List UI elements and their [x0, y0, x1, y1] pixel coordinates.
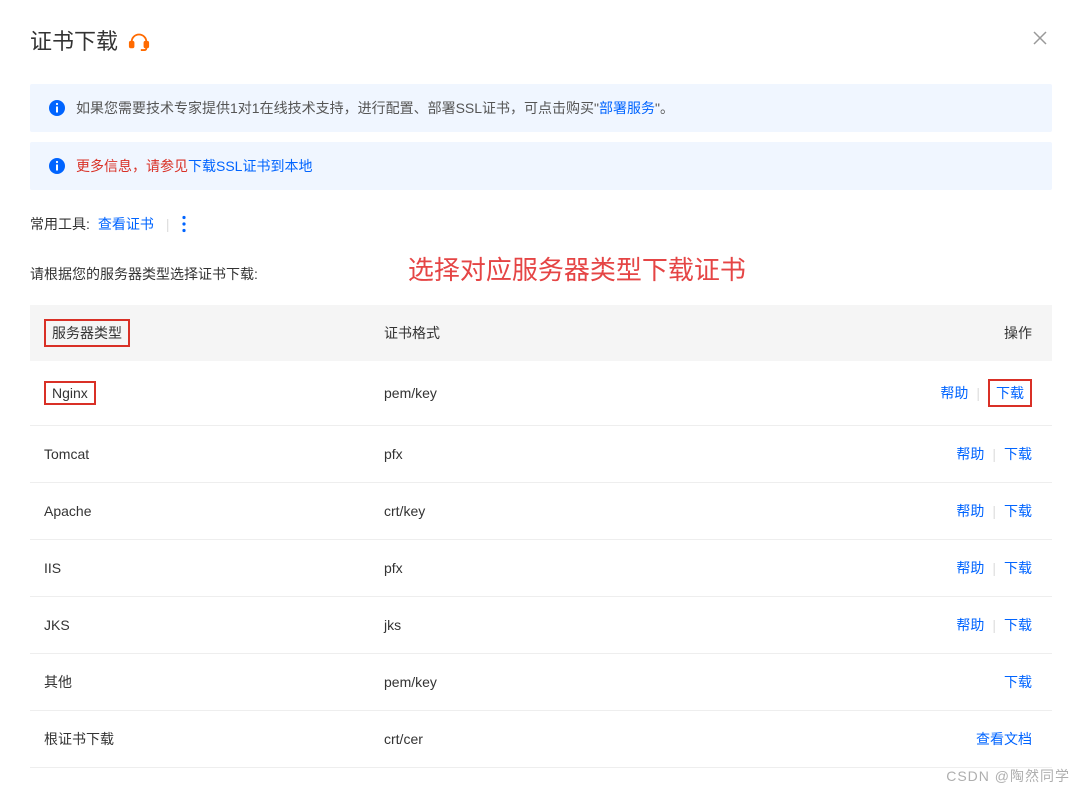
cell-cert-format: jks: [370, 597, 892, 654]
info-box-deploy: 如果您需要技术专家提供1对1在线技术支持，进行配置、部署SSL证书，可点击购买"…: [30, 84, 1052, 132]
table-row: 根证书下载crt/cer 查看文档: [30, 711, 1052, 768]
tools-row: 常用工具: 查看证书 |: [30, 214, 1052, 234]
instruction-text: 请根据您的服务器类型选择证书下载:: [30, 264, 258, 284]
page-title: 证书下载: [30, 24, 118, 56]
info-icon: [48, 99, 66, 117]
th-cert-format: 证书格式: [370, 305, 892, 361]
deploy-service-link[interactable]: 部署服务: [599, 100, 655, 116]
help-link[interactable]: 帮助: [956, 503, 984, 519]
cell-cert-format: pfx: [370, 426, 892, 483]
cell-server-type: 其他: [30, 654, 370, 711]
cell-action: 帮助|下载: [892, 483, 1052, 540]
cell-cert-format: pem/key: [370, 654, 892, 711]
cell-action: 帮助|下载: [892, 426, 1052, 483]
cell-action: 帮助|下载: [892, 361, 1052, 426]
table-row: Nginxpem/key帮助|下载: [30, 361, 1052, 426]
download-link[interactable]: 下载: [1004, 560, 1032, 576]
cell-server-type: Tomcat: [30, 426, 370, 483]
watermark: CSDN @陶然同学: [946, 766, 1070, 786]
download-ssl-local-link[interactable]: 下载SSL证书到本地: [188, 158, 312, 174]
annotation-text: 选择对应服务器类型下载证书: [408, 250, 746, 287]
divider: |: [166, 216, 170, 232]
cell-server-type: Nginx: [30, 361, 370, 426]
download-link[interactable]: 下载: [988, 379, 1032, 407]
table-row: Apachecrt/key帮助|下载: [30, 483, 1052, 540]
section-row: 请根据您的服务器类型选择证书下载: 选择对应服务器类型下载证书: [30, 250, 1052, 287]
cell-cert-format: pfx: [370, 540, 892, 597]
more-vertical-icon[interactable]: [182, 215, 186, 233]
table-row: Tomcatpfx帮助|下载: [30, 426, 1052, 483]
download-link[interactable]: 下载: [1004, 674, 1032, 690]
table-row: 其他pem/key 下载: [30, 654, 1052, 711]
download-link[interactable]: 下载: [1004, 446, 1032, 462]
view-cert-link[interactable]: 查看证书: [98, 214, 154, 234]
cell-server-type: IIS: [30, 540, 370, 597]
info-icon: [48, 157, 66, 175]
modal-header: 证书下载: [30, 24, 1052, 56]
info-box-moreinfo: 更多信息，请参见下载SSL证书到本地: [30, 142, 1052, 190]
view-doc-link[interactable]: 查看文档: [976, 731, 1032, 747]
help-link[interactable]: 帮助: [956, 617, 984, 633]
cell-cert-format: crt/key: [370, 483, 892, 540]
table-row: JKSjks帮助|下载: [30, 597, 1052, 654]
help-link[interactable]: 帮助: [956, 560, 984, 576]
cert-download-modal: 证书下载 如果您需要技术专家提供1对1在线技术支持，进行配置、部署SSL证书，可…: [0, 0, 1082, 792]
cell-action: 查看文档: [892, 711, 1052, 768]
tools-label: 常用工具:: [30, 214, 90, 234]
cell-action: 帮助|下载: [892, 540, 1052, 597]
cell-cert-format: pem/key: [370, 361, 892, 426]
server-type-table: 服务器类型 证书格式 操作 Nginxpem/key帮助|下载Tomcatpfx…: [30, 305, 1052, 768]
download-link[interactable]: 下载: [1004, 503, 1032, 519]
download-link[interactable]: 下载: [1004, 617, 1032, 633]
cell-action: 帮助|下载: [892, 597, 1052, 654]
cell-cert-format: crt/cer: [370, 711, 892, 768]
table-row: IISpfx帮助|下载: [30, 540, 1052, 597]
header-left: 证书下载: [30, 24, 150, 56]
close-icon[interactable]: [1028, 26, 1052, 55]
cell-server-type: Apache: [30, 483, 370, 540]
help-link[interactable]: 帮助: [940, 385, 968, 401]
cell-action: 下载: [892, 654, 1052, 711]
th-action: 操作: [892, 305, 1052, 361]
cell-server-type: 根证书下载: [30, 711, 370, 768]
help-link[interactable]: 帮助: [956, 446, 984, 462]
cell-server-type: JKS: [30, 597, 370, 654]
th-server-type: 服务器类型: [30, 305, 370, 361]
info-text: 更多信息，请参见下载SSL证书到本地: [76, 156, 312, 176]
table-header-row: 服务器类型 证书格式 操作: [30, 305, 1052, 361]
info-text: 如果您需要技术专家提供1对1在线技术支持，进行配置、部署SSL证书，可点击购买"…: [76, 98, 674, 118]
headset-icon[interactable]: [128, 29, 150, 51]
